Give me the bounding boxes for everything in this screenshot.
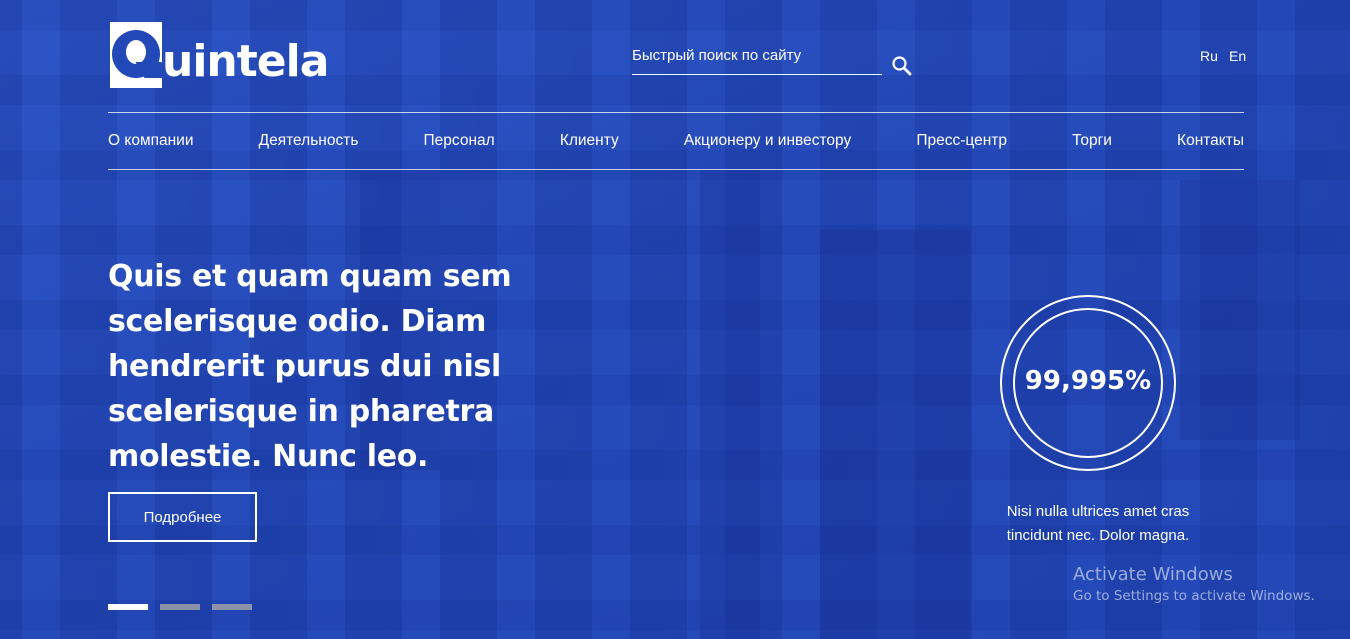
quintela-logo[interactable]: uintela (110, 22, 342, 90)
more-button[interactable]: Подробнее (108, 492, 257, 542)
logo-q-mark (110, 22, 171, 88)
slider-dot-3[interactable] (212, 604, 252, 610)
slider-dot-1[interactable] (108, 604, 148, 610)
nav-item-contacts[interactable]: Контакты (1177, 132, 1244, 150)
search-icon[interactable] (890, 54, 914, 78)
activate-windows-title: Activate Windows (1073, 564, 1233, 585)
nav-item-press[interactable]: Пресс-центр (916, 132, 1007, 150)
stat-caption: Nisi nulla ultrices amet cras tincidunt … (1006, 503, 1190, 544)
nav-item-staff[interactable]: Персонал (424, 132, 495, 150)
main-nav: О компании Деятельность Персонал Клиенту… (108, 113, 1244, 169)
search-input[interactable] (632, 36, 882, 75)
slider-dot-2[interactable] (160, 604, 200, 610)
nav-item-about[interactable]: О компании (108, 132, 194, 150)
hero-headline: Quis et quam quam sem scelerisque odio. … (108, 259, 512, 474)
nav-item-tenders[interactable]: Торги (1072, 132, 1112, 150)
nav-item-clients[interactable]: Клиенту (560, 132, 619, 150)
logo-wordmark: uintela (162, 36, 329, 87)
stat-value: 99,995% (1024, 366, 1152, 396)
site-search (632, 36, 914, 80)
nav-bottom-divider (108, 169, 1244, 170)
lang-ru[interactable]: Ru (1200, 48, 1218, 64)
nav-item-investors[interactable]: Акционеру и инвестору (684, 132, 851, 150)
lang-en[interactable]: En (1229, 48, 1246, 64)
stat-circle: 99,995% (1000, 295, 1176, 471)
activate-windows-subtitle: Go to Settings to activate Windows. (1073, 588, 1315, 604)
nav-item-activity[interactable]: Деятельность (259, 132, 359, 150)
